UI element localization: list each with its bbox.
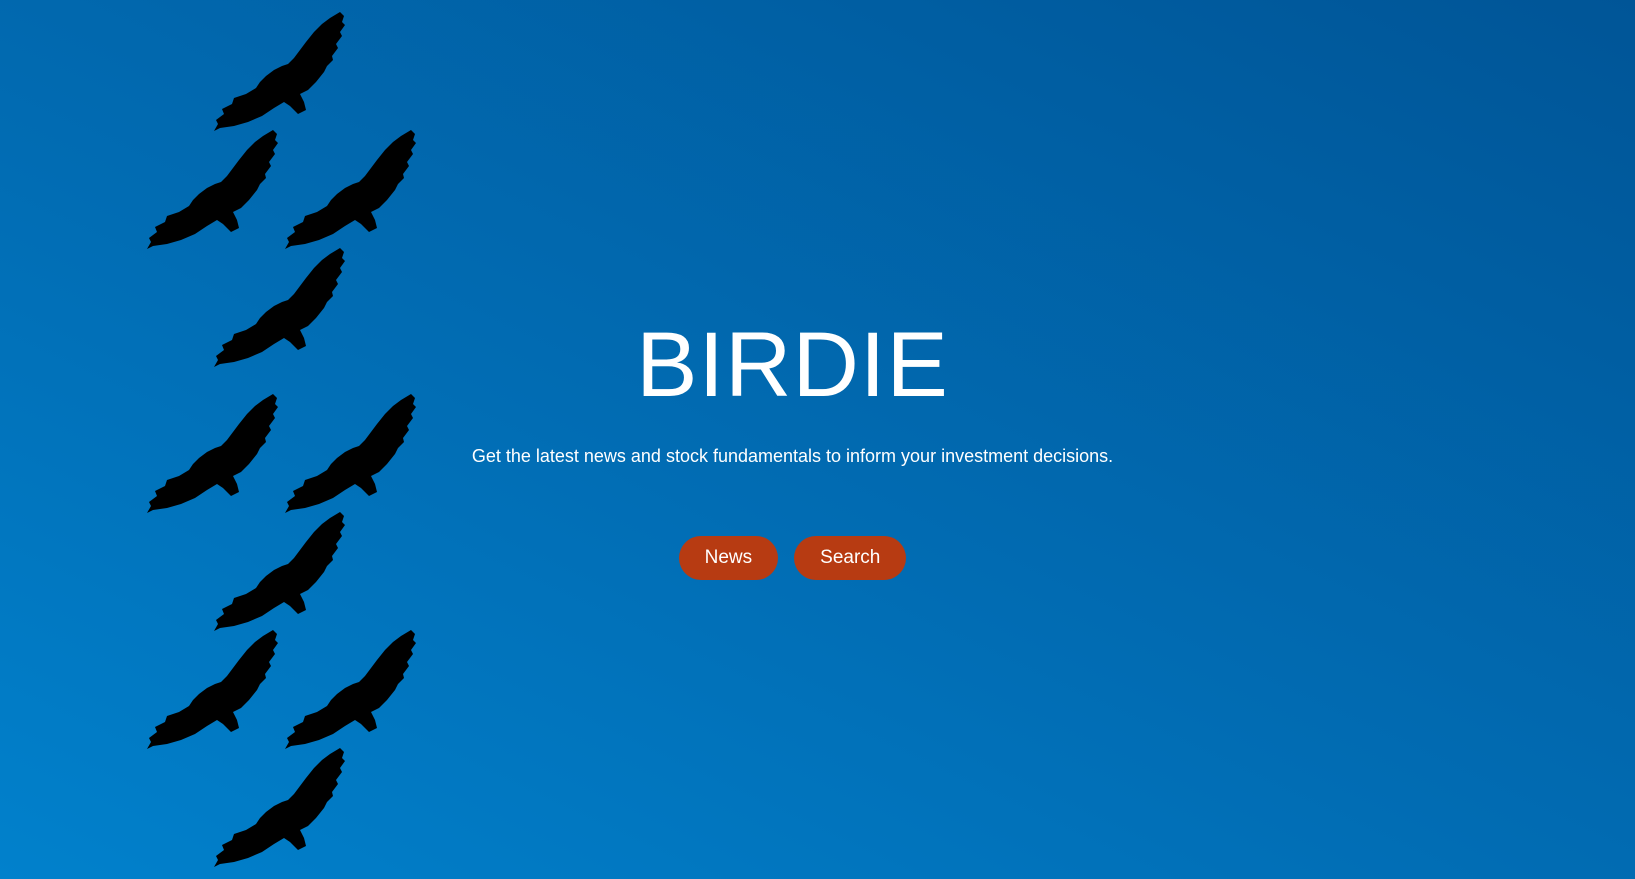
hero-title: BIRDIE <box>636 314 949 416</box>
hero-subtitle: Get the latest news and stock fundamenta… <box>471 446 1114 466</box>
eagle-silhouette-icon <box>145 628 285 752</box>
eagle-silhouette-icon <box>145 128 285 252</box>
search-button[interactable]: Search <box>794 536 907 580</box>
eagle-silhouette-icon <box>283 628 423 752</box>
eagle-silhouette-icon <box>212 10 352 134</box>
hero-button-group: News Search <box>0 536 1585 580</box>
hero-section: BIRDIE Get the latest news and stock fun… <box>0 310 1585 580</box>
eagle-silhouette-icon <box>283 128 423 252</box>
eagle-silhouette-icon <box>212 746 352 870</box>
news-button[interactable]: News <box>678 536 779 580</box>
